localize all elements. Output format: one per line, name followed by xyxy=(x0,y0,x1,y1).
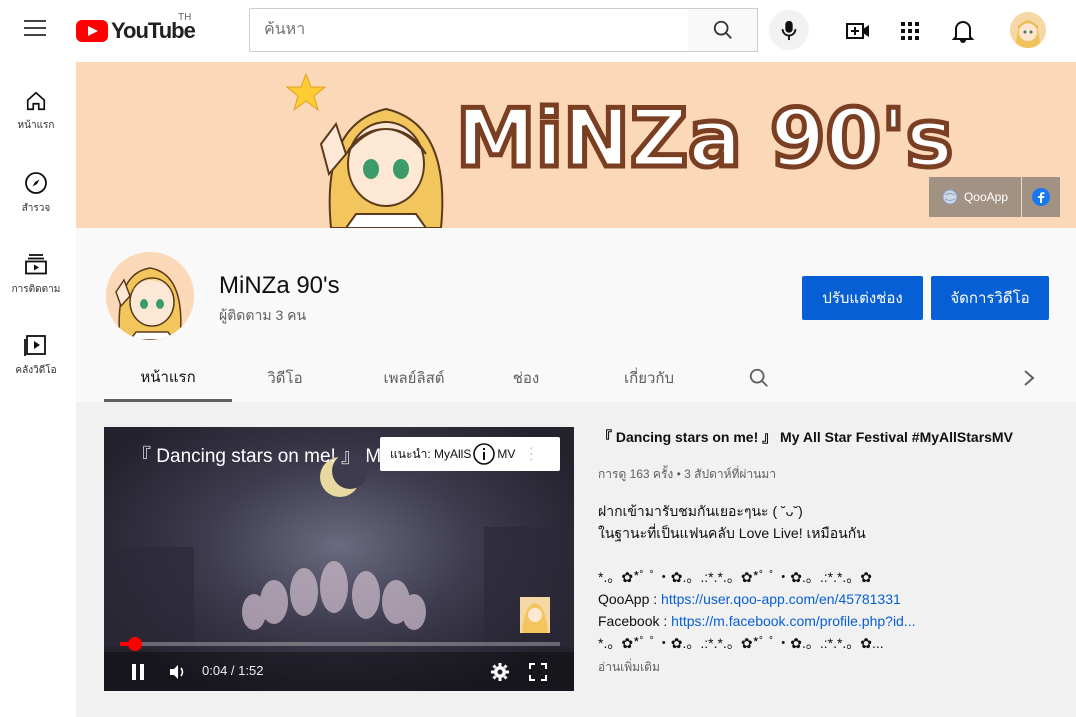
facebook-link[interactable]: https://m.facebook.com/profile.php?id... xyxy=(671,613,915,629)
voice-search-button[interactable] xyxy=(769,10,809,50)
description-facebook-line: Facebook : https://m.facebook.com/profil… xyxy=(598,610,1058,632)
video-camera-plus-icon xyxy=(846,23,869,39)
tab-playlists[interactable]: เพลย์ลิสต์ xyxy=(354,354,474,402)
banner-character-illustration xyxy=(319,107,444,228)
sidebar-item-label: หน้าแรก xyxy=(17,120,55,131)
search-box xyxy=(249,8,689,52)
avatar-illustration xyxy=(106,252,194,340)
masthead: YouTube TH xyxy=(0,0,1076,62)
notifications-button[interactable] xyxy=(950,18,976,44)
sidebar-item-library[interactable]: คลังวิดีโอ xyxy=(0,319,72,389)
video-description: ฝากเข้ามารับชมกันเยอะๆนะ ( ˘ᴗ˘) ในฐานะที… xyxy=(598,500,1058,654)
fullscreen-icon[interactable] xyxy=(528,662,548,682)
time-display: 0:04 / 1:52 xyxy=(202,663,264,678)
customize-channel-button[interactable]: ปรับแต่งช่อง xyxy=(802,276,923,320)
manage-videos-button[interactable]: จัดการวิดีโอ xyxy=(931,276,1049,320)
chevron-right-icon xyxy=(1024,370,1035,386)
video-meta: การดู 163 ครั้ง • 3 สัปดาห์ที่ผ่านมา xyxy=(598,467,777,481)
banner-link-qooapp[interactable]: QooApp xyxy=(929,177,1021,217)
channel-search-button[interactable] xyxy=(734,354,784,402)
sidebar-item-label: คลังวิดีโอ xyxy=(15,365,57,376)
sidebar-item-subscriptions[interactable]: การติดตาม xyxy=(0,238,72,308)
description-qooapp-line: QooApp : https://user.qoo-app.com/en/457… xyxy=(598,588,1058,610)
globe-icon xyxy=(942,189,958,205)
subscriptions-icon xyxy=(25,254,47,275)
tab-home[interactable]: หน้าแรก xyxy=(104,354,232,402)
player-overlay-title: 『 Dancing stars on me! 』 My xyxy=(132,446,391,467)
volume-icon[interactable] xyxy=(168,663,186,681)
more-vert-icon[interactable]: ⋮ xyxy=(523,444,539,464)
tab-about[interactable]: เกี่ยวกับ xyxy=(594,354,704,402)
facebook-icon xyxy=(1032,188,1050,206)
settings-gear-icon[interactable] xyxy=(490,662,510,682)
progress-bar[interactable] xyxy=(120,637,560,651)
tab-videos[interactable]: วิดีโอ xyxy=(238,354,332,402)
compass-icon xyxy=(25,172,47,194)
channel-name: MiNZa 90's xyxy=(219,272,340,299)
menu-icon[interactable] xyxy=(24,20,46,38)
banner-title: MiNZa 90's xyxy=(453,90,955,188)
qooapp-link[interactable]: https://user.qoo-app.com/en/45781331 xyxy=(661,591,901,607)
sidebar-item-explore[interactable]: สำรวจ xyxy=(0,157,72,227)
avatar-illustration xyxy=(1010,12,1046,48)
description-decoration: *.。✿*ﾟ ﾟ・✿.。.:*.*.。✿*ﾟ ﾟ・✿.。.:*.*.。✿... xyxy=(598,635,884,651)
channel-header: MiNZa 90's ผู้ติดตาม 3 คน ปรับแต่งช่อง จ… xyxy=(76,228,1076,402)
pause-icon[interactable] xyxy=(130,663,146,681)
suggestion-card[interactable]: แนะนำ: MyAllS MV ⋮ xyxy=(380,437,560,471)
info-icon xyxy=(473,443,496,465)
channel-tabs: หน้าแรก วิดีโอ เพลย์ลิสต์ ช่อง เกี่ยวกับ xyxy=(104,354,1064,402)
create-video-button[interactable] xyxy=(845,18,871,44)
country-code: TH xyxy=(178,12,192,23)
bell-icon xyxy=(952,21,974,43)
facebook-label: Facebook : xyxy=(598,613,672,629)
sidebar-item-label: การติดตาม xyxy=(11,284,61,295)
player-controls: 0:04 / 1:52 xyxy=(104,653,574,691)
library-icon xyxy=(24,335,46,356)
suggestion-text-tail: MV xyxy=(497,447,516,461)
account-avatar[interactable] xyxy=(1010,12,1046,48)
description-line: ในฐานะที่เป็นแฟนคลับ Love Live! เหมือนกั… xyxy=(598,525,866,541)
suggestion-text: แนะนำ: MyAllS xyxy=(390,446,472,461)
featured-section: 『 Dancing stars on me! 』 My แนะนำ: MyAll… xyxy=(76,402,1076,717)
description-decoration: *.。✿*ﾟ ﾟ・✿.。.:*.*.。✿*ﾟ ﾟ・✿.。.:*.*.。✿ xyxy=(598,569,873,585)
apps-button[interactable] xyxy=(897,18,923,44)
apps-grid-icon xyxy=(901,22,919,40)
channel-banner: MiNZa 90's QooApp xyxy=(76,62,1076,228)
banner-link-label: QooApp xyxy=(963,190,1009,204)
subscriber-count: ผู้ติดตาม 3 คน xyxy=(219,307,307,323)
banner-link-facebook[interactable] xyxy=(1022,177,1060,217)
sidebar-item-label: สำรวจ xyxy=(21,203,51,214)
qooapp-label: QooApp : xyxy=(598,591,662,607)
channel-avatar[interactable] xyxy=(106,252,194,340)
tabs-next-button[interactable] xyxy=(1004,354,1054,402)
search-input[interactable] xyxy=(264,21,688,39)
home-icon xyxy=(26,91,46,111)
sidebar: หน้าแรก สำรวจ การติดตาม คลังวิดีโอ xyxy=(0,62,72,717)
microphone-icon xyxy=(781,20,797,41)
tab-channels[interactable]: ช่อง xyxy=(496,354,556,402)
sidebar-item-home[interactable]: หน้าแรก xyxy=(0,76,72,146)
video-player[interactable]: 『 Dancing stars on me! 』 My แนะนำ: MyAll… xyxy=(104,427,574,691)
search-button[interactable] xyxy=(688,8,758,52)
search-icon xyxy=(749,368,768,387)
video-title[interactable]: 『 Dancing stars on me! 』 My All Star Fes… xyxy=(598,427,1058,447)
description-line: ฝากเข้ามารับชมกันเยอะๆนะ ( ˘ᴗ˘) xyxy=(598,503,803,519)
youtube-play-icon xyxy=(76,20,108,42)
read-more-button[interactable]: อ่านเพิ่มเติม xyxy=(598,658,1058,677)
search-icon xyxy=(713,20,732,39)
video-details: 『 Dancing stars on me! 』 My All Star Fes… xyxy=(598,427,1058,677)
